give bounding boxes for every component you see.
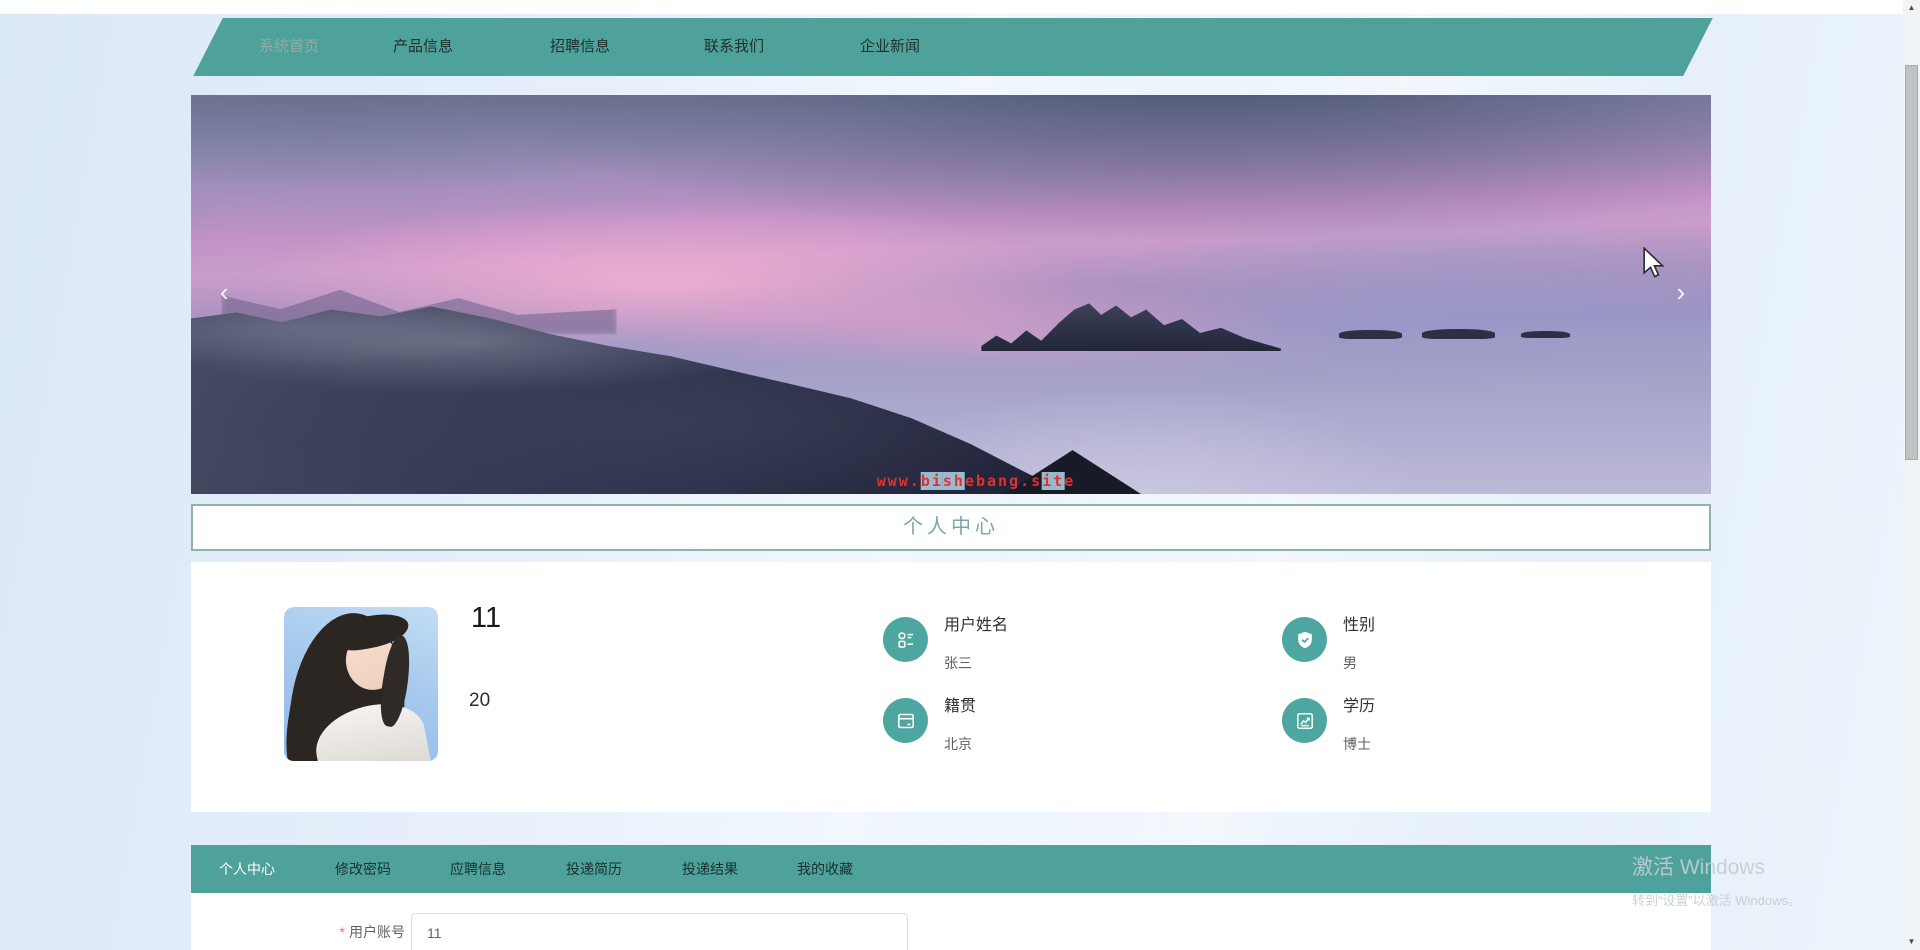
watermark-segment: ebang [964,472,1021,491]
top-nav-item-home[interactable]: 系统首页 [259,18,319,76]
content-column: 系统首页 产品信息 招聘信息 联系我们 企业新闻 ‹ › www.bisheba… [191,14,1713,950]
watermark-segment: it [1042,472,1065,491]
hero-islet [1521,331,1570,339]
account-label-text: 用户账号 [349,924,405,940]
sub-nav-item-submit-resume[interactable]: 投递简历 [566,845,622,893]
profile-account-number: 11 [471,602,502,634]
account-form-card: * 用户账号 [191,893,1711,950]
watermark-segment: sh [942,472,965,491]
hero-carousel: ‹ › www.bishebang.site [191,95,1711,494]
hero-islet [1338,330,1403,340]
profile-field-education: 学历 博士 [1282,698,1375,752]
profile-sub-nav: 个人中心 修改密码 应聘信息 投递简历 投递结果 我的收藏 [191,845,1711,893]
scrollbar-up-icon[interactable]: ▲ [1903,0,1920,16]
hero-sky-layer [191,95,875,191]
calendar-icon [883,698,928,743]
profile-age: 20 [469,690,491,711]
field-value: 张三 [944,655,972,671]
required-asterisk: * [339,924,345,940]
watermark-segment: bi [920,472,943,491]
id-card-icon [883,617,928,662]
shield-check-icon [1282,617,1327,662]
sub-nav-item-submission-results[interactable]: 投递结果 [682,845,738,893]
profile-field-gender: 性别 男 [1282,617,1375,671]
top-nav-item-contact[interactable]: 联系我们 [704,18,764,76]
watermark-segment: .s [1020,472,1043,491]
field-label: 学历 [1343,698,1376,715]
watermark-segment: e [1064,472,1076,491]
sub-nav-item-application-info[interactable]: 应聘信息 [450,845,506,893]
top-nav-item-news[interactable]: 企业新闻 [860,18,920,76]
top-nav-item-jobs[interactable]: 招聘信息 [550,18,610,76]
page-title: 个人中心 [191,504,1711,551]
carousel-next-icon[interactable]: › [1677,279,1686,305]
site-watermark: www.bishebang.site [876,472,1076,491]
scrollbar-thumb[interactable] [1905,65,1918,460]
account-input[interactable] [411,913,908,950]
sub-nav-item-my-favorites[interactable]: 我的收藏 [797,845,853,893]
vertical-scrollbar[interactable]: ▲ ▼ [1903,0,1920,950]
account-field-label: * 用户账号 [331,912,405,950]
field-value: 博士 [1343,736,1371,752]
chart-icon [1282,698,1327,743]
top-nav-item-products[interactable]: 产品信息 [393,18,453,76]
profile-field-hometown: 籍贯 北京 [883,698,976,752]
avatar [284,607,438,761]
sub-nav-item-personal-center[interactable]: 个人中心 [219,845,275,893]
carousel-prev-icon[interactable]: ‹ [220,279,229,305]
hero-islet [1422,328,1496,339]
field-value: 北京 [944,736,972,752]
profile-field-username: 用户姓名 张三 [883,617,1008,671]
profile-card: 11 20 用户姓名 张三 性别 男 籍贯 北京 学历 博士 [191,562,1711,812]
field-label: 性别 [1343,617,1376,634]
field-label: 用户姓名 [944,617,1009,634]
sub-nav-item-change-password[interactable]: 修改密码 [335,845,391,893]
field-value: 男 [1343,655,1357,671]
field-label: 籍贯 [944,698,977,715]
scrollbar-down-icon[interactable]: ▼ [1903,934,1920,950]
page-background: 系统首页 产品信息 招聘信息 联系我们 企业新闻 ‹ › www.bisheba… [0,14,1903,950]
watermark-segment: www. [876,472,921,491]
